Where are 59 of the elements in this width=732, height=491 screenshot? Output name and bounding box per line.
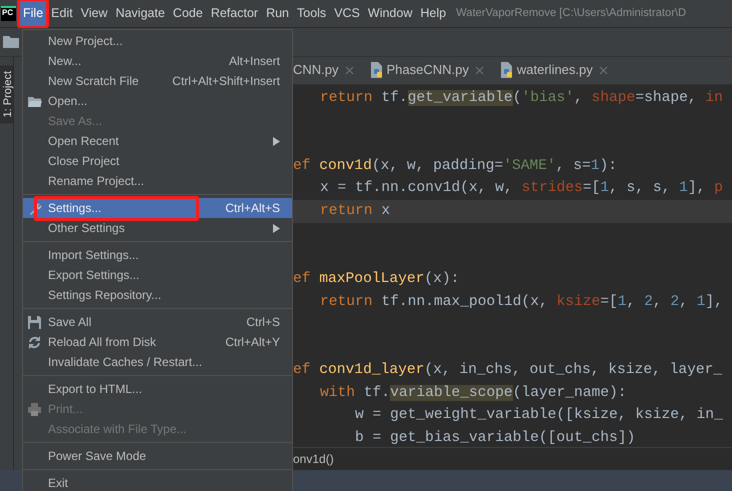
code-line: w = get_weight_variable([ksize, ksize, in_ xyxy=(354,406,724,426)
menu-item[interactable]: Open... xyxy=(23,91,292,111)
submenu-arrow-icon xyxy=(273,136,280,146)
menu-item[interactable]: File xyxy=(19,0,48,27)
menu-item[interactable]: Export to HTML... xyxy=(23,379,292,399)
shortcut-text: Ctrl+Alt+S xyxy=(225,200,280,216)
menu-item[interactable]: Open Recent xyxy=(23,131,292,151)
menu-item[interactable]: New... Alt+Insert xyxy=(23,51,292,71)
menu-item[interactable]: Run xyxy=(262,0,293,27)
folder-icon xyxy=(27,94,42,109)
editor-tab[interactable]: CNN.py xyxy=(293,56,364,84)
menu-item[interactable]: Power Save Mode xyxy=(23,446,292,466)
python-file-icon xyxy=(370,62,383,78)
menu-item[interactable]: Close Project xyxy=(23,151,292,171)
menu-item[interactable]: Help xyxy=(416,0,450,27)
menu-item[interactable]: Navigate xyxy=(112,0,169,27)
menu-item[interactable]: Tools xyxy=(293,0,330,27)
code-line: with tf.variable_scope(layer_name): xyxy=(319,384,628,403)
breadcrumb[interactable]: onv1d() xyxy=(293,452,334,466)
shortcut-text: Alt+Insert xyxy=(228,54,280,68)
submenu-arrow-icon xyxy=(273,224,280,232)
code-line: ef maxPoolLayer(x): xyxy=(293,270,460,290)
menu-item[interactable]: Other Settings xyxy=(23,218,292,238)
menu-item[interactable]: Settings... Ctrl+Alt+S xyxy=(23,198,292,218)
reload-icon xyxy=(27,335,42,350)
menu-item[interactable]: Import Settings... xyxy=(23,245,292,265)
folder-icon[interactable] xyxy=(3,35,19,48)
code-line: return tf.nn.max_pool1d(x, ksize=[1, 2, 2, 1], xyxy=(319,292,724,312)
close-icon[interactable] xyxy=(598,66,608,75)
app-logo: PC xyxy=(1,6,16,21)
menu-item[interactable]: Rename Project... xyxy=(23,171,292,191)
menu-item[interactable]: New Scratch File Ctrl+Alt+Shift+Insert xyxy=(23,71,292,91)
shortcut-text: Ctrl+S xyxy=(246,314,280,330)
menu-item[interactable]: Export Settings... xyxy=(23,265,292,285)
close-icon[interactable] xyxy=(344,66,354,75)
code-line: return tf.get_variable('bias', shape=shape, in xyxy=(319,88,724,108)
code-line: b = get_bias_variable([out_chs]) xyxy=(354,428,636,448)
code-line: ef conv1d_layer(x, in_chs, out_chs, ksize, layer_ xyxy=(293,360,724,380)
python-file-icon xyxy=(500,62,513,78)
menu-item[interactable]: View xyxy=(76,0,112,27)
menu-item[interactable]: Window xyxy=(364,0,416,27)
editor-tab[interactable]: PhaseCNN.py xyxy=(364,56,494,84)
project-tab[interactable]: 1: Project xyxy=(0,64,13,124)
menu-item[interactable]: Save All Ctrl+S xyxy=(23,312,292,332)
editor-tab[interactable]: waterlines.py xyxy=(494,56,618,84)
menu-item[interactable]: VCS xyxy=(330,0,364,27)
code-line: ef conv1d(x, w, padding='SAME', s=1): xyxy=(293,156,618,176)
code-line: x = tf.nn.conv1d(x, w, strides=[1, s, s, 1], p xyxy=(319,179,724,198)
menu-item[interactable]: Refactor xyxy=(206,0,262,27)
menu-item[interactable]: Edit xyxy=(47,0,77,27)
shortcut-text: Ctrl+Alt+Y xyxy=(225,334,280,350)
close-icon[interactable] xyxy=(474,66,484,75)
menu-item[interactable]: Settings Repository... xyxy=(23,285,292,305)
menu-item[interactable]: Invalidate Caches / Restart... xyxy=(23,352,292,372)
menu-item[interactable]: Code xyxy=(168,0,207,27)
printer-icon xyxy=(27,402,42,417)
menu-item[interactable]: Reload All from Disk Ctrl+Alt+Y xyxy=(23,332,292,352)
shortcut-text: Ctrl+Alt+Shift+Insert xyxy=(172,74,280,88)
window-title: WaterVaporRemove [C:\Users\Administrator\D xyxy=(455,6,686,22)
